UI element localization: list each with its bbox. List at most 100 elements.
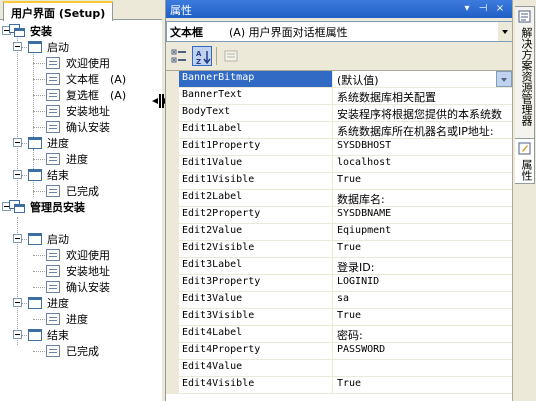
tree-node-admin-finish[interactable]: 结束 [28,327,71,343]
tree-node-install[interactable]: 安装 [9,23,54,39]
sort-az-icon: A Z [196,50,211,65]
property-name[interactable]: BodyText [179,105,333,121]
property-name[interactable]: Edit2Value [179,224,333,240]
property-row[interactable]: Edit4Visible True [166,377,513,394]
property-name[interactable]: Edit4Label [179,326,333,342]
property-value[interactable]: (默认值) [334,71,513,87]
tree-node-label: 复选框 [66,89,99,102]
property-name[interactable]: Edit1Property [179,139,333,155]
property-value[interactable]: 安装程序将根据您提供的本系统数 [334,105,513,121]
tab-properties[interactable]: 属性 [515,138,535,184]
collapse-admin-finish-toggle[interactable] [13,330,22,339]
tree-node-admin-install-address[interactable]: 安装地址 [46,263,112,279]
property-row[interactable]: Edit3Visible True [166,309,513,326]
property-name[interactable]: Edit4Property [179,343,333,359]
tree-node-install-address[interactable]: 安装地址 [46,103,112,119]
property-row[interactable]: Edit2Label 数据库名: [166,190,513,207]
property-row[interactable]: Edit1Value localhost [166,156,513,173]
property-row[interactable]: Edit1Property SYSDBHOST [166,139,513,156]
property-value[interactable]: True [334,173,513,189]
property-pages-button[interactable] [221,46,241,66]
property-value[interactable]: True [334,241,513,257]
tree-node-finish[interactable]: 结束 [28,167,71,183]
property-name[interactable]: BannerBitmap [179,71,333,87]
property-value[interactable]: 密码: [334,326,513,342]
tree-node-progress[interactable]: 进度 [28,135,71,151]
tree-node-progress-page[interactable]: 进度 [46,151,90,167]
property-row[interactable]: Edit1Label 系统数据库所在机器名或IP地址: [166,122,513,139]
tree-node-admin-confirm-install[interactable]: 确认安装 [46,279,112,295]
tree-node-confirm-install[interactable]: 确认安装 [46,119,112,135]
property-value[interactable]: localhost [334,156,513,172]
alphabetical-view-button[interactable]: A Z [192,46,212,66]
tab-user-interface-setup[interactable]: 用户界面 (Setup) [3,1,114,21]
collapse-progress-toggle[interactable] [13,138,22,147]
property-name[interactable]: Edit4Visible [179,377,333,393]
categorized-view-button[interactable] [169,46,189,66]
tree-node-admin-install[interactable]: 管理员安装 [9,199,87,215]
property-value[interactable]: SYSDBNAME [334,207,513,223]
property-row[interactable]: Edit2Visible True [166,241,513,258]
property-row[interactable]: Edit4Label 密码: [166,326,513,343]
close-icon[interactable]: × [494,3,506,15]
property-value[interactable]: 登录ID: [334,258,513,274]
tree-node-admin-completed[interactable]: 已完成 [46,343,101,359]
property-row[interactable]: BannerBitmap (默认值) [166,71,513,88]
property-row[interactable]: Edit3Property LOGINID [166,275,513,292]
property-value[interactable] [334,360,513,376]
property-value[interactable]: 系统数据库所在机器名或IP地址: [334,122,513,138]
property-name[interactable]: BannerText [179,88,333,104]
property-name[interactable]: Edit2Label [179,190,333,206]
property-name[interactable]: Edit2Property [179,207,333,223]
auto-hide-pin-icon[interactable]: ⊣ [477,3,489,15]
tree-node-textbox-a[interactable]: 文本框 (A) [46,71,126,87]
chevron-down-icon[interactable] [498,22,512,41]
property-name[interactable]: Edit3Label [179,258,333,274]
property-row[interactable]: Edit3Value sa [166,292,513,309]
property-value[interactable]: LOGINID [334,275,513,291]
property-name[interactable]: Edit3Property [179,275,333,291]
property-value[interactable]: True [334,309,513,325]
tree-node-welcome[interactable]: 欢迎使用 [46,55,112,71]
tree-node-admin-startup[interactable]: 启动 [28,231,71,247]
property-row[interactable]: Edit4Value [166,360,513,377]
properties-title-bar[interactable]: 属性 ▾ ⊣ × [166,0,513,18]
property-name[interactable]: Edit1Visible [179,173,333,189]
property-value[interactable]: SYSDBHOST [334,139,513,155]
property-row[interactable]: BodyText 安装程序将根据您提供的本系统数 [166,105,513,122]
property-row[interactable]: Edit3Label 登录ID: [166,258,513,275]
dialog-page-icon [46,265,60,277]
property-value[interactable]: sa [334,292,513,308]
collapse-admin-startup-toggle[interactable] [13,234,22,243]
collapse-finish-toggle[interactable] [13,170,22,179]
property-row[interactable]: Edit2Value Eqiupment [166,224,513,241]
dialog-page-icon [46,73,60,85]
tree-node-completed[interactable]: 已完成 [46,183,101,199]
property-value[interactable]: True [334,377,513,393]
property-value[interactable]: Eqiupment [334,224,513,240]
tree-node-admin-progress[interactable]: 进度 [28,295,71,311]
tree-node-admin-welcome[interactable]: 欢迎使用 [46,247,112,263]
tree-node-startup[interactable]: 启动 [28,39,71,55]
value-dropdown-chevron-icon[interactable] [496,71,512,87]
property-name[interactable]: Edit3Visible [179,309,333,325]
property-name[interactable]: Edit2Visible [179,241,333,257]
property-value[interactable]: 系统数据库相关配置 [334,88,513,104]
collapse-startup-toggle[interactable] [13,42,22,51]
tree-node-checkbox-a[interactable]: 复选框 (A) [46,87,126,103]
tree-node-admin-progress-page[interactable]: 进度 [46,311,90,327]
property-row[interactable]: Edit2Property SYSDBNAME [166,207,513,224]
window-position-dropdown-icon[interactable]: ▾ [461,3,473,15]
property-value[interactable]: PASSWORD [334,343,513,359]
property-name[interactable]: Edit4Value [179,360,333,376]
tab-solution-explorer[interactable]: 解决方案资源管理器 [515,6,535,152]
property-row[interactable]: Edit4Property PASSWORD [166,343,513,360]
property-row[interactable]: BannerText 系统数据库相关配置 [166,88,513,105]
object-selector-dropdown[interactable]: 文本框 (A) 用户界面对话框属性 [166,21,513,42]
property-name[interactable]: Edit1Label [179,122,333,138]
property-value[interactable]: 数据库名: [334,190,513,206]
property-row[interactable]: Edit1Visible True [166,173,513,190]
property-name[interactable]: Edit3Value [179,292,333,308]
property-name[interactable]: Edit1Value [179,156,333,172]
collapse-admin-progress-toggle[interactable] [13,298,22,307]
